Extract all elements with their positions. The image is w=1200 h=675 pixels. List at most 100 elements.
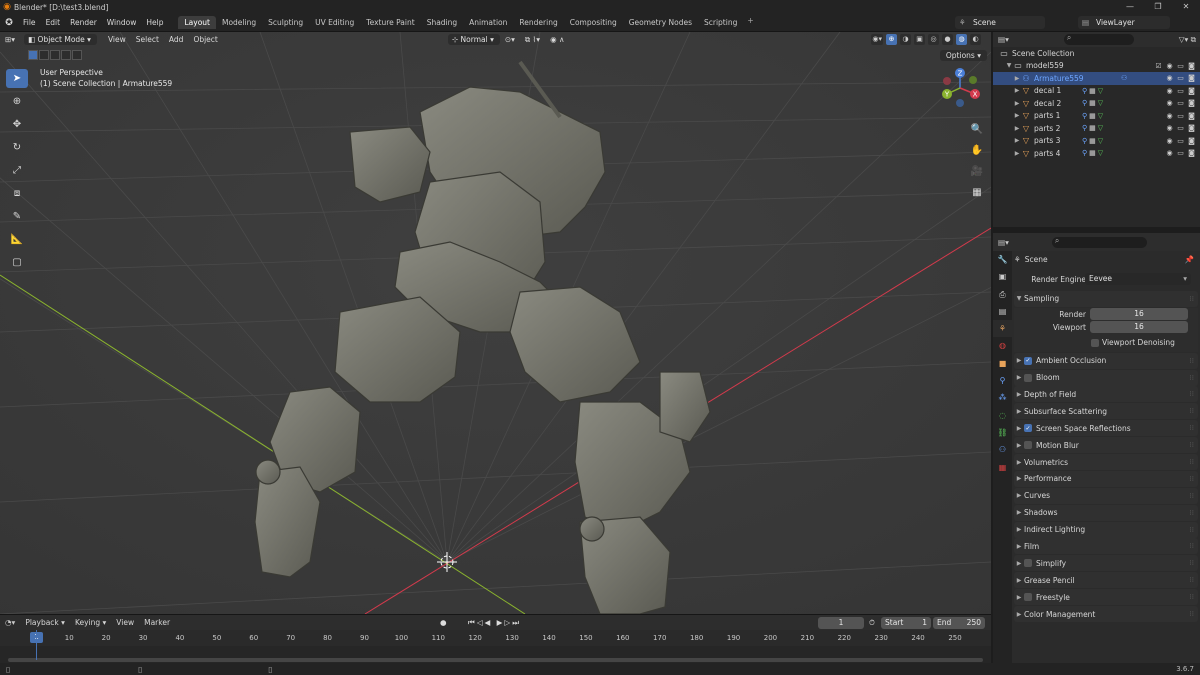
menu-object[interactable]: Object xyxy=(188,35,222,44)
timeline-track[interactable] xyxy=(0,630,991,664)
expand-arrow-icon[interactable]: ▶ xyxy=(1013,75,1021,82)
panel-sampling[interactable]: ▼ Sampling ⁞⁞ xyxy=(1014,290,1198,307)
drag-grip-icon[interactable]: ⁞⁞ xyxy=(1190,458,1194,466)
wireframe-shading-icon[interactable]: ◎ xyxy=(928,34,939,45)
monitor-icon[interactable]: ▭ xyxy=(1176,99,1185,107)
texture-tab-icon[interactable]: ▦ xyxy=(993,459,1012,476)
select-intersect-icon[interactable] xyxy=(72,50,82,60)
maximize-button[interactable]: ❐ xyxy=(1144,0,1172,14)
monitor-icon[interactable]: ▭ xyxy=(1176,74,1185,82)
constraints-tab-icon[interactable]: ⛓ xyxy=(993,424,1012,441)
panel-enable-checkbox[interactable] xyxy=(1024,441,1032,450)
select-new-icon[interactable] xyxy=(28,50,38,60)
end-frame-field[interactable]: End 250 xyxy=(933,616,985,629)
tab-geometry-nodes[interactable]: Geometry Nodes xyxy=(623,16,698,29)
pan-hand-icon[interactable]: ✋ xyxy=(969,143,985,159)
drag-grip-icon[interactable]: ⁞⁞ xyxy=(1190,295,1194,303)
navigation-gizmo[interactable]: Z X Y xyxy=(939,67,981,109)
menu-window[interactable]: Window xyxy=(102,18,142,27)
annotate-tool-icon[interactable]: ✎ xyxy=(6,207,28,226)
tab-layout[interactable]: Layout xyxy=(178,16,216,29)
frame-ruler[interactable]: 1102030405060708090100110120130140150160… xyxy=(0,630,991,646)
outliner-item[interactable]: ▶ ▽ decal 2 ⚲ ▦ ▽ ◉ ▭ ◙ xyxy=(993,97,1200,110)
panel-enable-checkbox[interactable] xyxy=(1024,559,1032,568)
panel-performance[interactable]: ▶ Performance ⁞⁞ xyxy=(1014,470,1198,487)
transform-tool-icon[interactable]: ⧈ xyxy=(6,184,28,203)
view-layer-tab-icon[interactable]: ▤ xyxy=(993,303,1012,320)
overlay-toggle-icon[interactable]: ◑ xyxy=(900,34,911,45)
eye-icon[interactable]: ◉ xyxy=(1165,112,1174,120)
drag-grip-icon[interactable]: ⁞⁞ xyxy=(1190,357,1194,365)
panel-enable-checkbox[interactable]: ✓ xyxy=(1024,424,1032,433)
outliner-item[interactable]: ▶ ▽ parts 3 ⚲ ▦ ▽ ◉ ▭ ◙ xyxy=(993,135,1200,148)
menu-view[interactable]: View xyxy=(103,35,131,44)
expand-arrow-icon[interactable]: ▶ xyxy=(1013,100,1021,107)
monitor-icon[interactable]: ▭ xyxy=(1176,149,1185,157)
drag-grip-icon[interactable]: ⁞⁞ xyxy=(1190,441,1194,449)
select-extend-icon[interactable] xyxy=(39,50,49,60)
panel-screen-space-reflections[interactable]: ▶ ✓ Screen Space Reflections ⁞⁞ xyxy=(1014,420,1198,437)
panel-motion-blur[interactable]: ▶ Motion Blur ⁞⁞ xyxy=(1014,437,1198,454)
xray-icon[interactable]: ▣ xyxy=(914,34,925,45)
ortho-grid-icon[interactable]: ▦ xyxy=(969,185,985,201)
expand-arrow-icon[interactable]: ▶ xyxy=(1013,150,1021,157)
properties-search-input[interactable] xyxy=(1051,236,1147,248)
close-button[interactable]: ✕ xyxy=(1172,0,1200,14)
camera-icon[interactable]: ◙ xyxy=(1187,137,1196,145)
panel-shadows[interactable]: ▶ Shadows ⁞⁞ xyxy=(1014,504,1198,521)
object-mode-dropdown[interactable]: ◧ Object Mode ▾ xyxy=(24,34,97,45)
outliner-search-input[interactable] xyxy=(1063,33,1134,45)
outliner-item[interactable]: ▶ ▽ parts 4 ⚲ ▦ ▽ ◉ ▭ ◙ xyxy=(993,147,1200,160)
proportional-edit-icon[interactable]: ◉ ∧ xyxy=(545,35,569,44)
physics-tab-icon[interactable]: ◌ xyxy=(993,407,1012,424)
pin-icon[interactable]: 📌 xyxy=(1185,255,1194,264)
outliner-scene-collection[interactable]: ▭ Scene Collection xyxy=(993,47,1200,60)
outliner-collection-row[interactable]: ▼ ▭ model559 ☑ ◉ ▭ ◙ xyxy=(993,60,1200,73)
world-tab-icon[interactable]: ◍ xyxy=(993,337,1012,354)
tool-tab-icon[interactable]: 🔧 xyxy=(993,251,1012,268)
outliner-editor-icon[interactable]: ▤▾ xyxy=(993,35,1014,44)
panel-volumetrics[interactable]: ▶ Volumetrics ⁞⁞ xyxy=(1014,454,1198,471)
panel-depth-of-field[interactable]: ▶ Depth of Field ⁞⁞ xyxy=(1014,386,1198,403)
object-tab-icon[interactable]: ■ xyxy=(993,355,1012,372)
panel-grease-pencil[interactable]: ▶ Grease Pencil ⁞⁞ xyxy=(1014,572,1198,589)
pivot-icon[interactable]: ⊙▾ xyxy=(500,35,520,44)
expand-arrow-icon[interactable]: ▶ xyxy=(1013,125,1021,132)
horizontal-scrollbar[interactable] xyxy=(8,658,983,662)
tab-sculpting[interactable]: Sculpting xyxy=(262,16,309,29)
drag-grip-icon[interactable]: ⁞⁞ xyxy=(1190,374,1194,382)
tab-texture-paint[interactable]: Texture Paint xyxy=(360,16,420,29)
viewport-samples-field[interactable]: 16 xyxy=(1090,321,1188,334)
scene-tab-icon[interactable]: ⚘ xyxy=(993,320,1012,338)
data-tab-icon[interactable]: ⚇ xyxy=(993,441,1012,458)
panel-enable-checkbox[interactable] xyxy=(1024,373,1032,382)
view-layer-selector[interactable]: ▤ ViewLayer xyxy=(1078,16,1170,29)
eye-icon[interactable]: ◉ xyxy=(1165,74,1174,82)
zoom-icon[interactable]: 🔍 xyxy=(969,122,985,138)
eye-icon[interactable]: ◉ xyxy=(1165,87,1174,95)
gizmo-toggle-icon[interactable]: ⊕ xyxy=(886,34,897,45)
playback-controls[interactable]: ⏮◁◀ ▶▷⏭ xyxy=(468,618,521,628)
tab-compositing[interactable]: Compositing xyxy=(564,16,623,29)
eye-icon[interactable]: ◉ xyxy=(1165,99,1174,107)
panel-enable-checkbox[interactable]: ✓ xyxy=(1024,356,1032,365)
rendered-shading-icon[interactable]: ◐ xyxy=(970,34,981,45)
timeline-editor-icon[interactable]: ◔▾ xyxy=(0,618,20,627)
drag-grip-icon[interactable]: ⁞⁞ xyxy=(1190,559,1194,567)
3d-viewport[interactable]: ⊞▾ ◧ Object Mode ▾ View Select Add Objec… xyxy=(0,32,991,614)
snap-icon[interactable]: ⧉ ⌇▾ xyxy=(520,35,545,45)
camera-view-icon[interactable]: 🎥 xyxy=(969,164,985,180)
camera-icon[interactable]: ◙ xyxy=(1187,112,1196,120)
menu-help[interactable]: Help xyxy=(141,18,168,27)
solid-shading-icon[interactable]: ● xyxy=(942,34,953,45)
scene-selector[interactable]: ⚘ Scene xyxy=(955,16,1045,29)
drag-grip-icon[interactable]: ⁞⁞ xyxy=(1190,576,1194,584)
viewport-canvas[interactable] xyxy=(0,32,991,614)
panel-simplify[interactable]: ▶ Simplify ⁞⁞ xyxy=(1014,555,1198,572)
monitor-icon[interactable]: ▭ xyxy=(1176,124,1185,132)
menu-keying[interactable]: Keying ▾ xyxy=(70,618,111,627)
eye-icon[interactable]: ◉ xyxy=(1165,149,1174,157)
camera-icon[interactable]: ◙ xyxy=(1187,62,1196,70)
drag-grip-icon[interactable]: ⁞⁞ xyxy=(1190,526,1194,534)
tab-rendering[interactable]: Rendering xyxy=(513,16,563,29)
